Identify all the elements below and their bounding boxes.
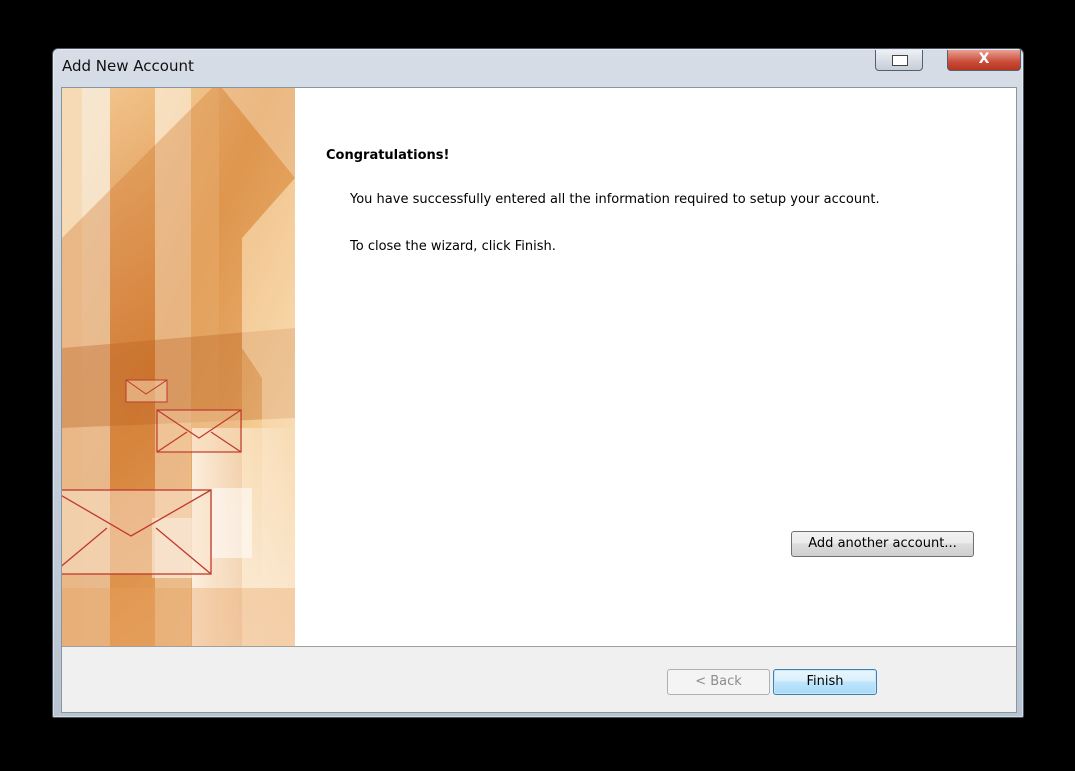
wizard-side-illustration: [62, 88, 295, 646]
back-button[interactable]: < Back: [667, 669, 770, 695]
wizard-body: Congratulations! You have successfully e…: [61, 87, 1017, 713]
window-title: Add New Account: [62, 57, 194, 75]
close-button[interactable]: X: [947, 50, 1021, 71]
finish-instruction: To close the wizard, click Finish.: [350, 239, 556, 254]
finish-button[interactable]: Finish: [773, 669, 877, 695]
congratulations-heading: Congratulations!: [326, 148, 450, 163]
envelope-icon-small: [125, 379, 168, 403]
restore-icon: [892, 55, 908, 66]
envelope-icon-medium: [156, 409, 242, 453]
wizard-content: Congratulations! You have successfully e…: [295, 88, 1016, 646]
close-icon: X: [978, 51, 990, 67]
wizard-footer: < Back Finish: [62, 646, 1016, 712]
add-account-dialog: Add New Account X Congratulations! You h…: [52, 48, 1024, 718]
envelope-icon-large: [62, 489, 212, 575]
title-bar[interactable]: Add New Account X: [53, 49, 1023, 85]
success-message: You have successfully entered all the in…: [350, 192, 880, 207]
restore-button[interactable]: [875, 50, 923, 71]
add-another-account-button[interactable]: Add another account...: [791, 531, 974, 557]
